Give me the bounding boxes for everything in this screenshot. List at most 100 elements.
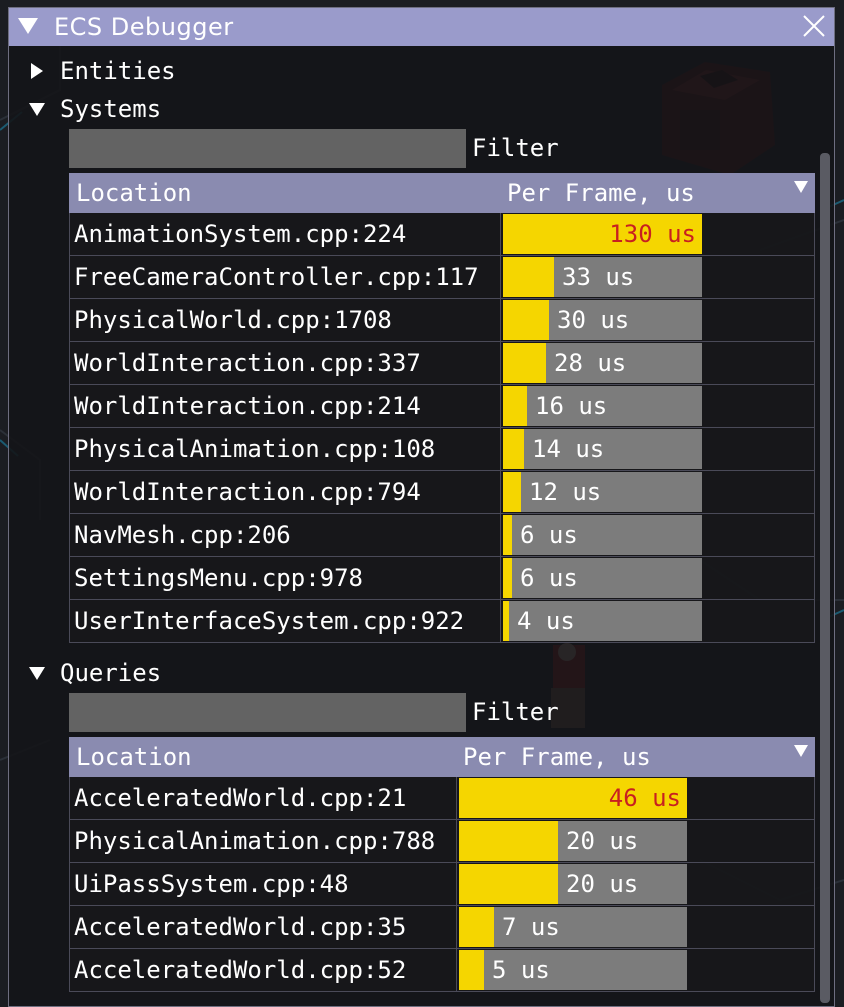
table-row[interactable]: AcceleratedWorld.cpp:35 7 us [69, 905, 815, 949]
window-titlebar[interactable]: ECS Debugger [9, 8, 834, 46]
close-icon[interactable] [802, 14, 826, 38]
table-row[interactable]: WorldInteraction.cpp:794 12 us [69, 470, 815, 514]
timing-value: 33 us [562, 263, 635, 291]
timing-value: 20 us [566, 870, 639, 898]
table-row[interactable]: PhysicalAnimation.cpp:108 14 us [69, 427, 815, 471]
timing-bar: 46 us [459, 778, 687, 818]
timing-value: 14 us [532, 435, 605, 463]
tree-node-queries[interactable]: Queries [29, 656, 161, 690]
column-header-location[interactable]: Location [69, 173, 501, 213]
location-cell: AcceleratedWorld.cpp:35 [69, 905, 457, 949]
timing-bar: 28 us [503, 343, 702, 383]
table-row[interactable]: WorldInteraction.cpp:214 16 us [69, 384, 815, 428]
timing-value: 6 us [520, 564, 578, 592]
timing-bar: 20 us [459, 864, 687, 904]
timing-value: 46 us [608, 784, 681, 812]
table-row[interactable]: PhysicalWorld.cpp:1708 30 us [69, 298, 815, 342]
tree-label-queries: Queries [60, 659, 162, 687]
table-row[interactable]: AcceleratedWorld.cpp:21 46 us [69, 776, 815, 820]
timing-bar-fill [459, 907, 494, 947]
column-header-per-frame[interactable]: Per Frame, us [500, 173, 815, 213]
table-row[interactable]: UserInterfaceSystem.cpp:922 4 us [69, 599, 815, 643]
location-cell: PhysicalAnimation.cpp:108 [69, 427, 501, 471]
collapse-window-icon[interactable] [18, 18, 38, 34]
systems-table: Location Per Frame, us AnimationSystem.c… [69, 173, 815, 643]
table-row[interactable]: AcceleratedWorld.cpp:52 5 us [69, 948, 815, 992]
table-row[interactable]: SettingsMenu.cpp:978 6 us [69, 556, 815, 600]
table-row[interactable]: WorldInteraction.cpp:337 28 us [69, 341, 815, 385]
location-cell: NavMesh.cpp:206 [69, 513, 501, 557]
queries-filter-label: Filter [472, 698, 559, 726]
timing-bar: 6 us [503, 515, 702, 555]
per-frame-cell: 20 us [456, 819, 815, 863]
per-frame-cell: 20 us [456, 862, 815, 906]
timing-bar: 130 us [503, 214, 702, 254]
tree-label-systems: Systems [60, 95, 162, 123]
tree-label-entities: Entities [60, 57, 176, 85]
per-frame-cell: 12 us [500, 470, 815, 514]
queries-table: Location Per Frame, us AcceleratedWorld.… [69, 737, 815, 992]
window-title: ECS Debugger [54, 13, 234, 41]
ecs-debugger-window: ECS Debugger Entities Systems Filter Loc… [8, 7, 835, 1007]
column-header-per-frame[interactable]: Per Frame, us [456, 737, 815, 777]
timing-value: 5 us [492, 956, 550, 984]
per-frame-cell: 6 us [500, 556, 815, 600]
timing-bar: 6 us [503, 558, 702, 598]
timing-bar-fill [503, 429, 524, 469]
timing-bar-fill [459, 821, 558, 861]
table-row[interactable]: AnimationSystem.cpp:224 130 us [69, 212, 815, 256]
timing-bar-fill [503, 257, 554, 297]
tree-node-systems[interactable]: Systems [29, 92, 161, 126]
timing-bar-fill [503, 300, 549, 340]
collapse-arrow-icon [29, 666, 45, 680]
timing-value: 20 us [566, 827, 639, 855]
location-cell: WorldInteraction.cpp:214 [69, 384, 501, 428]
location-cell: PhysicalAnimation.cpp:788 [69, 819, 457, 863]
per-frame-cell: 5 us [456, 948, 815, 992]
timing-bar-fill [503, 601, 509, 641]
table-row[interactable]: UiPassSystem.cpp:48 20 us [69, 862, 815, 906]
per-frame-cell: 4 us [500, 599, 815, 643]
timing-bar: 30 us [503, 300, 702, 340]
location-cell: WorldInteraction.cpp:794 [69, 470, 501, 514]
sort-descending-icon [794, 181, 808, 193]
timing-value: 16 us [535, 392, 608, 420]
collapse-arrow-icon [29, 102, 45, 116]
per-frame-cell: 30 us [500, 298, 815, 342]
location-cell: FreeCameraController.cpp:117 [69, 255, 501, 299]
timing-bar: 5 us [459, 950, 687, 990]
location-cell: PhysicalWorld.cpp:1708 [69, 298, 501, 342]
expand-arrow-icon [31, 63, 43, 79]
table-row[interactable]: FreeCameraController.cpp:117 33 us [69, 255, 815, 299]
timing-bar-fill [503, 343, 546, 383]
per-frame-cell: 130 us [500, 212, 815, 256]
per-frame-cell: 28 us [500, 341, 815, 385]
timing-value: 6 us [520, 521, 578, 549]
tree-node-entities[interactable]: Entities [29, 54, 176, 88]
timing-value: 30 us [557, 306, 630, 334]
location-cell: UiPassSystem.cpp:48 [69, 862, 457, 906]
timing-bar: 4 us [503, 601, 702, 641]
timing-bar: 14 us [503, 429, 702, 469]
column-header-location[interactable]: Location [69, 737, 457, 777]
timing-value: 7 us [502, 913, 560, 941]
per-frame-cell: 33 us [500, 255, 815, 299]
location-cell: AnimationSystem.cpp:224 [69, 212, 501, 256]
timing-value: 4 us [517, 607, 575, 635]
table-row[interactable]: PhysicalAnimation.cpp:788 20 us [69, 819, 815, 863]
systems-filter-input[interactable] [69, 129, 466, 168]
timing-bar: 20 us [459, 821, 687, 861]
per-frame-cell: 6 us [500, 513, 815, 557]
timing-bar-fill [459, 950, 484, 990]
timing-value: 130 us [609, 220, 696, 248]
location-cell: SettingsMenu.cpp:978 [69, 556, 501, 600]
table-row[interactable]: NavMesh.cpp:206 6 us [69, 513, 815, 557]
window-scrollbar[interactable] [820, 153, 830, 1003]
timing-bar: 16 us [503, 386, 702, 426]
timing-bar-fill [459, 864, 558, 904]
sort-descending-icon [794, 745, 808, 757]
timing-bar-fill [503, 558, 512, 598]
timing-bar-fill [503, 472, 521, 512]
timing-bar-fill [503, 515, 512, 555]
queries-filter-input[interactable] [69, 693, 466, 732]
